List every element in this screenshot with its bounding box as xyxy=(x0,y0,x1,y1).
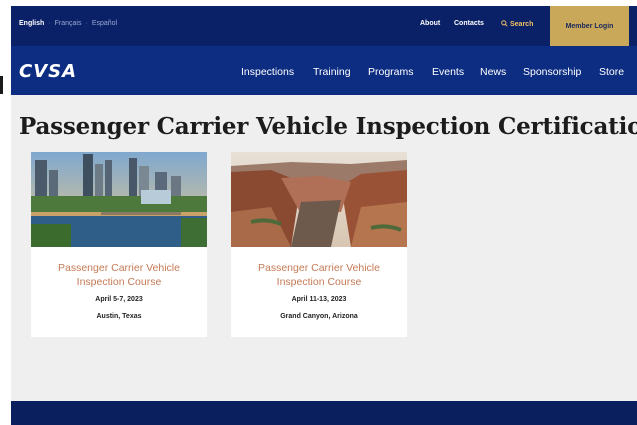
search-label: Search xyxy=(510,21,534,28)
contacts-link[interactable]: Contacts xyxy=(454,20,484,27)
nav-sponsorship[interactable]: Sponsorship xyxy=(523,66,581,78)
utility-bar: English · Français · Español About Contacts … xyxy=(11,6,637,46)
browser-page: English · Français · Español About Contacts … xyxy=(11,6,637,425)
card-title-line2: Inspection Course xyxy=(276,276,362,288)
card-date: April 5-7, 2023 xyxy=(95,296,143,303)
card-title[interactable]: Passenger Carrier Vehicle Inspection Cou… xyxy=(31,261,207,289)
card-title-line2: Inspection Course xyxy=(76,276,162,288)
nav-programs[interactable]: Programs xyxy=(368,66,414,78)
nav-store[interactable]: Store xyxy=(599,66,624,78)
card-title[interactable]: Passenger Carrier Vehicle Inspection Cou… xyxy=(231,261,407,289)
card-date: April 11-13, 2023 xyxy=(291,296,347,303)
card-title-line1: Passenger Carrier Vehicle xyxy=(258,262,380,274)
nav-news[interactable]: News xyxy=(480,66,506,78)
card-location: Austin, Texas xyxy=(96,313,142,320)
footer xyxy=(11,401,637,425)
member-login-button[interactable]: Member Login xyxy=(550,6,629,46)
lang-francais[interactable]: Français xyxy=(55,20,82,27)
page-title: Passenger Carrier Vehicle Inspection Cer… xyxy=(19,113,637,140)
logo-text: CVSA xyxy=(19,60,78,82)
canyon-landscape-photo xyxy=(231,152,407,247)
nav-events[interactable]: Events xyxy=(432,66,464,78)
language-switcher: English · Français · Español xyxy=(19,20,118,27)
lang-english[interactable]: English xyxy=(19,20,44,27)
card-image-grand-canyon[interactable] xyxy=(231,152,407,247)
page-edge-mark xyxy=(0,76,3,94)
nav-inspections[interactable]: Inspections xyxy=(241,66,294,78)
card-location: Grand Canyon, Arizona xyxy=(280,313,358,320)
nav-training[interactable]: Training xyxy=(313,66,351,78)
search-link[interactable]: Search xyxy=(501,20,533,28)
card-title-line1: Passenger Carrier Vehicle xyxy=(58,262,180,274)
cvsa-logo[interactable]: CVSA xyxy=(19,60,78,82)
city-skyline-photo xyxy=(31,152,207,247)
card-image-austin[interactable] xyxy=(31,152,207,247)
search-icon xyxy=(501,20,508,27)
course-card[interactable]: Passenger Carrier Vehicle Inspection Cou… xyxy=(231,152,407,337)
main-navbar: CVSA Inspections Training Programs Event… xyxy=(11,46,637,95)
course-card[interactable]: Passenger Carrier Vehicle Inspection Cou… xyxy=(31,152,207,337)
lang-espanol[interactable]: Español xyxy=(92,20,117,27)
about-link[interactable]: About xyxy=(420,20,440,27)
